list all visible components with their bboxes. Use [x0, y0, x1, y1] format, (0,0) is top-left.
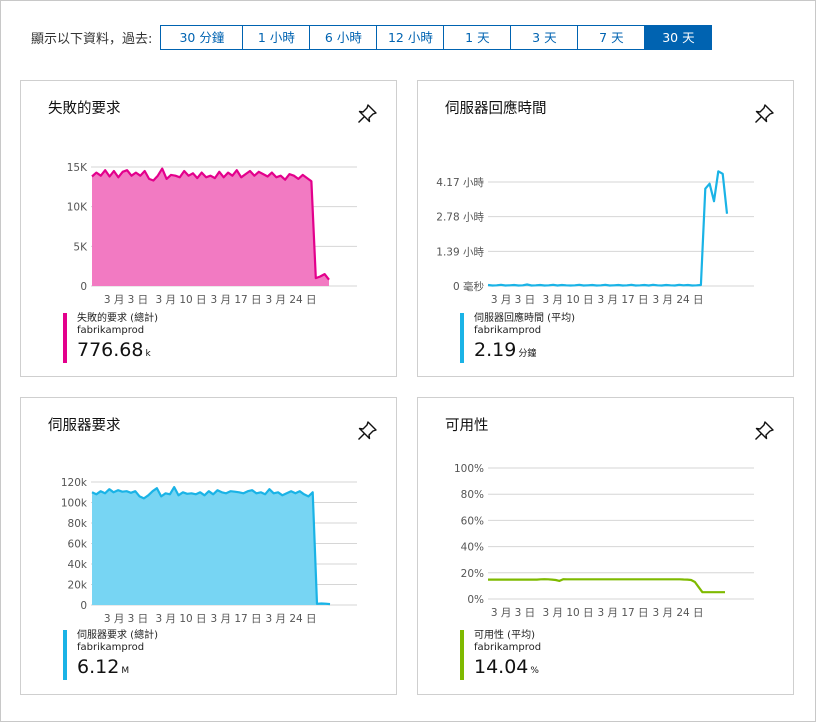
x-tick-label: 3 月 10 日	[155, 294, 206, 306]
y-tick-label: 1.39 小時	[436, 246, 484, 258]
time-range-option[interactable]: 3 天	[510, 25, 577, 49]
y-tick-label: 15K	[67, 162, 88, 174]
legend-series-name: 伺服器回應時間 (平均)	[474, 313, 575, 324]
x-tick-label: 3 月 3 日	[491, 294, 535, 306]
server-requests-card[interactable]: 伺服器要求 120k 100k 80k 60k 40k 20k 0 3 月 3 日3 月 10…	[20, 397, 397, 695]
y-tick-label: 20%	[461, 568, 484, 580]
chart-legend: 可用性 (平均) fabrikamprod 14.04%	[460, 630, 541, 680]
y-tick-label: 40k	[68, 559, 88, 571]
x-tick-label: 3 月 24 日	[265, 294, 316, 306]
failed-requests-card[interactable]: 失敗的要求 15K 10K 5K 0 3 月 3 日3 月 10 日3 月 17 日3 …	[20, 80, 397, 377]
y-tick-label: 60%	[461, 515, 484, 527]
y-tick-label: 5K	[73, 241, 88, 253]
legend-unit: 分鐘	[518, 349, 537, 359]
legend-resource-name: fabrikamprod	[474, 642, 542, 653]
x-tick-label: 3 月 24 日	[652, 607, 703, 619]
series-line	[488, 578, 725, 594]
time-range-option[interactable]: 12 小時	[376, 25, 443, 49]
y-tick-label: 80%	[461, 489, 484, 501]
legend-value: 776.68	[77, 339, 144, 361]
y-tick-label: 100k	[61, 498, 88, 510]
y-tick-label: 10K	[67, 202, 88, 214]
legend-resource-name: fabrikamprod	[77, 642, 145, 653]
x-tick-label: 3 月 3 日	[104, 294, 148, 306]
x-tick-label: 3 月 17 日	[597, 607, 648, 619]
series-area	[92, 487, 330, 605]
x-tick-label: 3 月 24 日	[265, 613, 316, 625]
server-response-time-card[interactable]: 伺服器回應時間 4.17 小時 2.78 小時 1.39 小時 0 毫秒 3 月 3 日…	[417, 80, 794, 377]
y-tick-label: 0 毫秒	[453, 280, 485, 293]
y-tick-label: 4.17 小時	[436, 177, 484, 189]
time-range-bar: 顯示以下資料，過去: 30 分鐘 1 小時 6 小時 12 小時 1 天3 天7 天 30…	[31, 24, 713, 50]
failed-requests-chart: 15K 10K 5K 0 3 月 3 日 3 月 10 日 3 月 17 日 3 月 24 日	[67, 162, 357, 306]
series-line	[487, 170, 729, 287]
y-tick-label: 20k	[68, 580, 88, 592]
legend-unit: M	[121, 666, 130, 676]
x-tick-label: 3 月 17 日	[597, 294, 648, 306]
time-range-option[interactable]: 6 小時	[309, 25, 376, 49]
chart-legend: 伺服器回應時間 (平均) fabrikamprod 2.19 分鐘	[460, 313, 575, 363]
y-tick-label: 0	[80, 281, 87, 293]
legend-series-name: 失敗的要求 (總計)	[77, 313, 158, 324]
x-tick-label: 3 月 24 日	[652, 294, 703, 306]
y-tick-label: 0%	[467, 594, 484, 606]
chart-legend: 伺服器要求 (總計) fabrikamprod 6.12 M	[63, 630, 158, 680]
server-requests-chart: 120k 100k 80k 60k 40k 20k 0 3 月 3 日 3 月 10 日 3 月 …	[61, 477, 357, 625]
availability-chart: 100% 80% 60% 40% 20% 0% 3 月 3 日 3 月 10 日 3 月 17 …	[454, 463, 754, 619]
y-tick-label: 40%	[461, 542, 484, 554]
y-tick-label: 100%	[454, 463, 484, 475]
x-tick-label: 3 月 3 日	[104, 613, 148, 625]
legend-value: 6.12	[77, 656, 120, 678]
legend-unit: k	[145, 349, 151, 359]
availability-card[interactable]: 可用性 100% 80% 60% 40% 20% 0% 3 月 3 日3 月 10 日3 月…	[417, 397, 794, 695]
time-range-option[interactable]: 1 天	[443, 25, 510, 49]
x-tick-label: 3 月 10 日	[155, 613, 206, 625]
time-range-option[interactable]: 30 分鐘	[161, 26, 242, 49]
legend-resource-name: fabrikamprod	[474, 325, 542, 336]
legend-resource-name: fabrikamprod	[77, 325, 145, 336]
x-tick-label: 3 月 10 日	[542, 294, 593, 306]
x-tick-label: 3 月 17 日	[210, 294, 261, 306]
series-area	[92, 168, 329, 286]
x-tick-label: 3 月 10 日	[542, 607, 593, 619]
time-range-label: 顯示以下資料，過去:	[31, 31, 153, 47]
time-range-option[interactable]: 1 小時	[242, 25, 309, 49]
time-range-options: 30 分鐘 1 小時 6 小時 12 小時 1 天3 天7 天 30 天	[160, 24, 713, 50]
legend-value: 14.04	[474, 656, 529, 678]
y-tick-label: 80k	[68, 518, 88, 530]
time-range-option[interactable]: 7 天	[577, 25, 644, 49]
y-tick-label: 120k	[61, 477, 88, 489]
chart-legend: 失敗的要求 (總計) fabrikamprod 776.68 k	[63, 313, 158, 363]
y-tick-label: 60k	[68, 539, 88, 551]
server-response-time-chart: 4.17 小時 2.78 小時 1.39 小時 0 毫秒 3 月 3 日 3 月 10 日…	[436, 170, 754, 306]
legend-value: 2.19	[474, 339, 517, 361]
legend-unit: %	[530, 666, 539, 676]
y-tick-label: 2.78 小時	[436, 212, 484, 224]
time-range-option[interactable]: 30 天	[644, 25, 712, 49]
y-tick-label: 0	[80, 600, 87, 612]
x-tick-label: 3 月 3 日	[491, 607, 535, 619]
legend-series-name: 伺服器要求 (總計)	[77, 630, 158, 641]
x-tick-label: 3 月 17 日	[210, 613, 261, 625]
legend-series-name: 可用性 (平均)	[474, 630, 535, 641]
